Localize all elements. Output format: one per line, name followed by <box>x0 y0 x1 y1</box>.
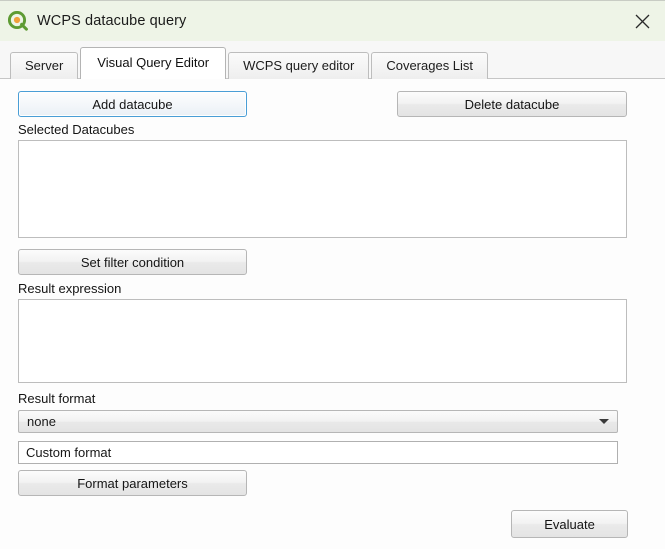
result-expression-label: Result expression <box>18 281 121 296</box>
wcps-datacube-query-window: WCPS datacube query Server Visual Query … <box>0 0 665 549</box>
tab-coverages-list[interactable]: Coverages List <box>371 52 488 79</box>
selected-datacubes-list[interactable] <box>18 140 627 238</box>
close-icon <box>634 13 651 30</box>
title-bar: WCPS datacube query <box>0 0 665 41</box>
tab-wcps-query-editor[interactable]: WCPS query editor <box>228 52 369 79</box>
add-datacube-button[interactable]: Add datacube <box>18 91 247 117</box>
evaluate-button[interactable]: Evaluate <box>511 510 628 538</box>
chevron-down-icon <box>591 419 617 424</box>
set-filter-condition-button[interactable]: Set filter condition <box>18 249 247 275</box>
result-expression-textarea[interactable] <box>18 299 627 383</box>
title-bar-left: WCPS datacube query <box>0 11 619 31</box>
delete-datacube-button[interactable]: Delete datacube <box>397 91 627 117</box>
result-format-label: Result format <box>18 391 95 406</box>
custom-format-input[interactable] <box>18 441 618 464</box>
selected-datacubes-label: Selected Datacubes <box>18 122 134 137</box>
tab-visual-query-editor[interactable]: Visual Query Editor <box>80 47 226 79</box>
result-format-select[interactable]: none <box>18 410 618 433</box>
result-format-selected-value: none <box>19 414 591 429</box>
format-parameters-button[interactable]: Format parameters <box>18 470 247 496</box>
close-button[interactable] <box>619 1 665 41</box>
visual-query-editor-panel: Add datacube Delete datacube Selected Da… <box>0 79 665 549</box>
window-title: WCPS datacube query <box>37 13 186 29</box>
tab-bar: Server Visual Query Editor WCPS query ed… <box>0 41 665 79</box>
tab-server[interactable]: Server <box>10 52 78 79</box>
qgis-logo-icon <box>8 11 28 31</box>
tab-strip: Server Visual Query Editor WCPS query ed… <box>10 47 488 79</box>
